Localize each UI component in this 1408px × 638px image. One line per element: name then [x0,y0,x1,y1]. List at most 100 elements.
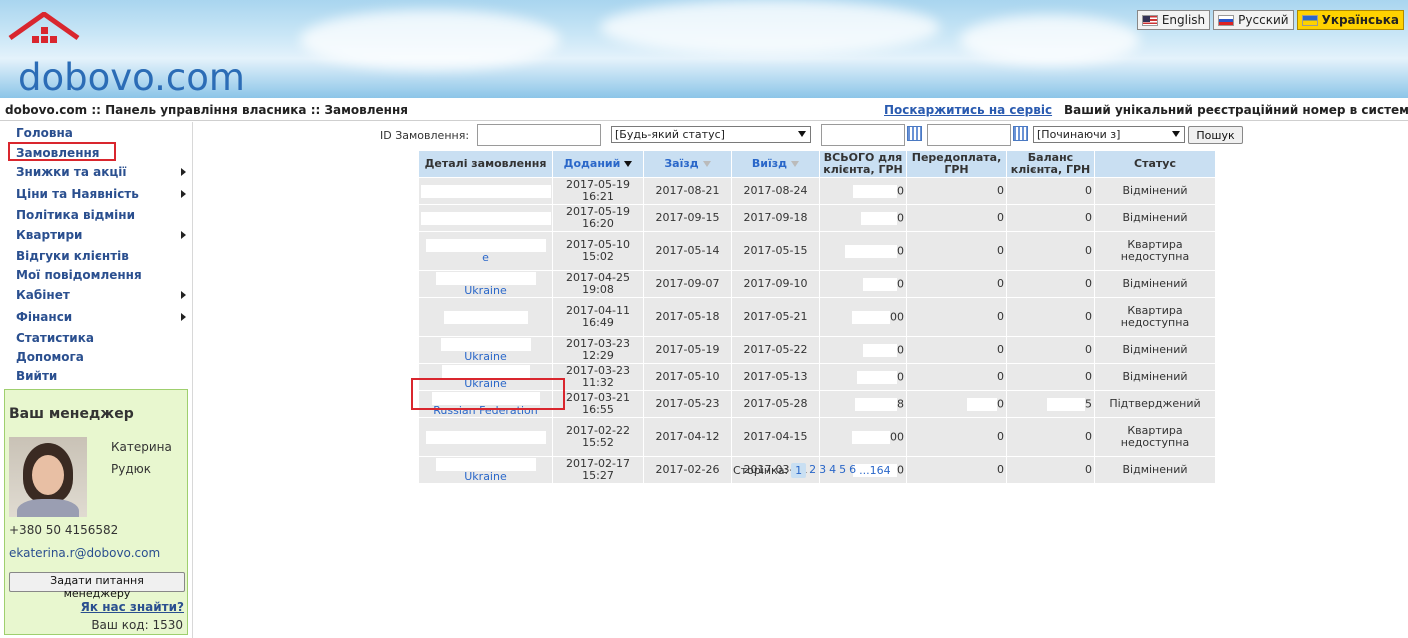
table-row: Ukraine 2017-04-25 19:08 2017-09-07 2017-09-… [418,270,1216,298]
calendar-icon[interactable] [907,126,922,141]
search-button[interactable]: Пошук [1188,126,1243,144]
col-checkin-sort[interactable]: Заїзд [643,150,732,178]
sidebar-item-label: Ціни та Наявність [16,187,139,201]
redacted-block [967,397,997,411]
balance-value: 0 [1085,430,1092,443]
added-cell: 2017-04-11 16:49 [552,297,644,337]
order-details-cell[interactable]: e [418,231,553,271]
page-link[interactable]: 3 [819,463,826,478]
checkin-cell: 2017-05-14 [643,231,732,271]
order-details-cell[interactable] [418,297,553,337]
page-link[interactable]: 2 [809,463,816,478]
prepay-value: 0 [997,397,1004,410]
order-details-cell[interactable] [418,177,553,205]
balance-cell: 0 [1006,204,1095,232]
find-us-link[interactable]: Як нас знайти? [81,600,184,614]
added-time: 16:20 [582,217,614,230]
pager-pages: 123456 [791,463,856,478]
status-cell: Відмінений [1094,270,1216,298]
balance-value: 0 [1085,244,1092,257]
manager-email[interactable]: ekaterina.r@dobovo.com [9,546,160,560]
order-details-cell[interactable]: Ukraine [418,270,553,298]
prepay-cell: 0 [906,177,1007,205]
prepay-value: 0 [997,244,1004,257]
cloud-decoration [300,10,560,70]
page-link[interactable]: 6 [849,463,856,478]
added-time: 15:02 [582,250,614,263]
lang-russian-button[interactable]: Русский [1213,10,1294,30]
checkout-date: 2017-05-21 [743,310,808,323]
calendar-icon[interactable] [1013,126,1028,141]
page-link[interactable]: 4 [829,463,836,478]
sidebar-item[interactable]: Знижки та акції [16,163,188,181]
sidebar-item[interactable]: Допомога [16,348,188,366]
added-cell: 2017-05-10 15:02 [552,231,644,271]
sidebar-item[interactable]: Політика відміни [16,206,188,224]
checkin-date: 2017-05-19 [655,343,720,356]
status-text: Відмінений [1122,211,1188,224]
order-details-cell[interactable] [418,204,553,232]
redacted-block [852,310,890,324]
added-cell: 2017-04-25 19:08 [552,270,644,298]
col-added-sort[interactable]: Доданий [552,150,644,178]
redacted-block [855,397,897,411]
checkin-date: 2017-09-07 [655,277,720,290]
order-id-input[interactable] [477,124,601,146]
lang-ukrainian-button[interactable]: Українська [1296,10,1404,30]
sidebar-item[interactable]: Вийти [16,367,188,385]
site-logo[interactable]: dobovo.com [8,12,245,98]
date-to-input[interactable] [927,124,1011,146]
order-details-cell[interactable] [418,417,553,457]
total-cell: 8 [819,390,907,418]
table-row: 2017-05-19 16:20 2017-09-15 2017-09-18 0 0 0 Ві… [418,204,1216,232]
checkin-cell: 2017-05-19 [643,336,732,364]
checkout-date: 2017-05-13 [743,370,808,383]
total-value: 8 [897,397,904,410]
page-link[interactable]: 1 [791,463,807,478]
redacted-block [863,343,897,357]
pager-last[interactable]: ...164 [859,464,891,477]
checkin-date: 2017-08-21 [655,184,720,197]
cloud-decoration [960,15,1140,65]
sidebar-item[interactable]: Статистика [16,329,188,347]
your-code: Ваш код: 1530 [91,618,183,632]
order-details-cell[interactable]: Ukraine [418,456,553,484]
date-from-input[interactable] [821,124,905,146]
sidebar-item[interactable]: Головна [16,124,188,142]
cloud-decoration [600,0,940,55]
status-select[interactable]: [Будь-який статус] [611,126,811,143]
status-text: Відмінений [1122,343,1188,356]
ask-manager-button[interactable]: Задати питання менеджеру [9,572,185,600]
sidebar-item[interactable]: Мої повідомлення [16,266,188,284]
col-checkout-sort[interactable]: Виїзд [731,150,820,178]
complain-link[interactable]: Поскаржитись на сервіс [884,103,1052,117]
total-cell: 0 [819,177,907,205]
col-prepay: Передоплата, ГРН [906,150,1007,178]
chevron-right-icon [181,291,186,299]
checkout-date: 2017-05-22 [743,343,808,356]
checkin-cell: 2017-09-15 [643,204,732,232]
sidebar-item[interactable]: Квартири [16,226,188,244]
order-details-cell[interactable]: Ukraine [418,336,553,364]
sidebar-item[interactable]: Кабінет [16,286,188,304]
lang-english-button[interactable]: English [1136,10,1211,30]
sidebar-item[interactable]: Фінанси [16,308,188,326]
page-link[interactable]: 5 [839,463,846,478]
status-text: Відмінений [1122,184,1188,197]
lang-label: English [1161,13,1206,27]
balance-cell: 0 [1006,270,1095,298]
chevron-down-icon [798,131,806,137]
redacted-block [421,184,551,198]
prepay-cell: 0 [906,363,1007,391]
checkout-cell: 2017-09-10 [731,270,820,298]
added-time: 16:55 [582,403,614,416]
sidebar-item[interactable]: Ціни та Наявність [16,185,188,203]
added-time: 12:29 [582,349,614,362]
checkin-date: 2017-04-12 [655,430,720,443]
manager-phone: +380 50 4156582 [9,523,119,537]
period-select[interactable]: [Починаючи з] [1033,126,1185,143]
sidebar-item[interactable]: Відгуки клієнтів [16,247,188,265]
sidebar-item-label: Головна [16,126,73,140]
checkout-date: 2017-09-18 [743,211,808,224]
checkin-date: 2017-05-10 [655,370,720,383]
